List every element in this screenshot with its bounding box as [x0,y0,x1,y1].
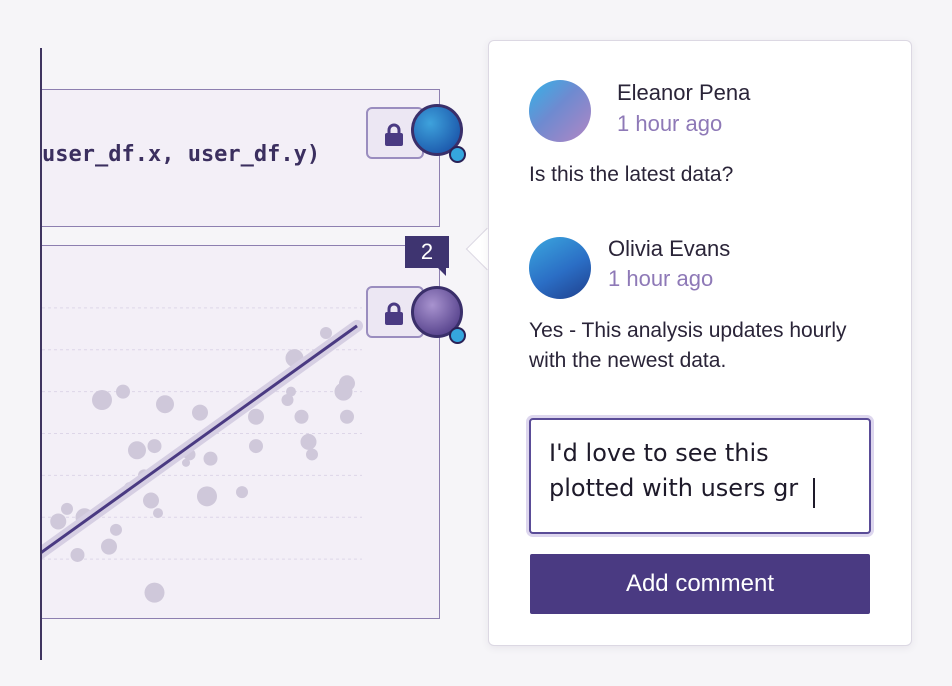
scatter-point [50,513,67,530]
scatter-point [70,547,85,562]
scatter-point [143,492,159,509]
scatter-point [192,404,208,421]
scatter-point [249,439,263,454]
comment-text: Yes - This analysis updates hourly with … [529,319,847,372]
scatter-point [128,441,146,460]
scatter-point [110,523,122,536]
scatter-point [236,486,248,499]
scatter-point [294,409,309,424]
scatter-point [203,451,218,466]
scatter-point [286,386,296,397]
status-dot-icon [449,146,466,163]
scatter-point [61,502,73,515]
comment-text: Is this the latest data? [529,163,734,186]
avatar [529,237,591,299]
comment-time: 1 hour ago [608,266,714,291]
comment-author: Olivia Evans [608,236,731,261]
scatter-point [101,538,117,555]
code-line: user_df.x, user_df.y) [42,142,321,167]
scatter-point [92,390,112,410]
scatter-point [147,439,162,454]
scatter-point [116,384,130,399]
status-dot-icon [449,327,466,344]
comment-count-badge[interactable]: 2 [405,236,449,268]
comment-time: 1 hour ago [617,111,723,136]
add-comment-button[interactable]: Add comment [530,554,870,614]
comment-count-badge-tail [438,268,446,276]
scatter-point [182,458,190,467]
scatter-point [144,582,165,603]
comment-input[interactable]: I'd love to see this plotted with users … [529,418,871,534]
scatter-point [306,448,318,461]
scatter-point [156,395,174,414]
scatter-point [339,375,355,392]
scatter-point [320,327,332,339]
scatter-point [197,486,217,507]
lock-icon [385,302,403,325]
scatter-point [153,508,163,519]
avatar [529,80,591,142]
scatter-point [248,408,264,425]
text-caret [813,478,815,508]
lock-icon [385,123,403,146]
comment-author: Eleanor Pena [617,80,751,105]
scatter-point [340,409,354,424]
scatter-point [300,433,317,450]
